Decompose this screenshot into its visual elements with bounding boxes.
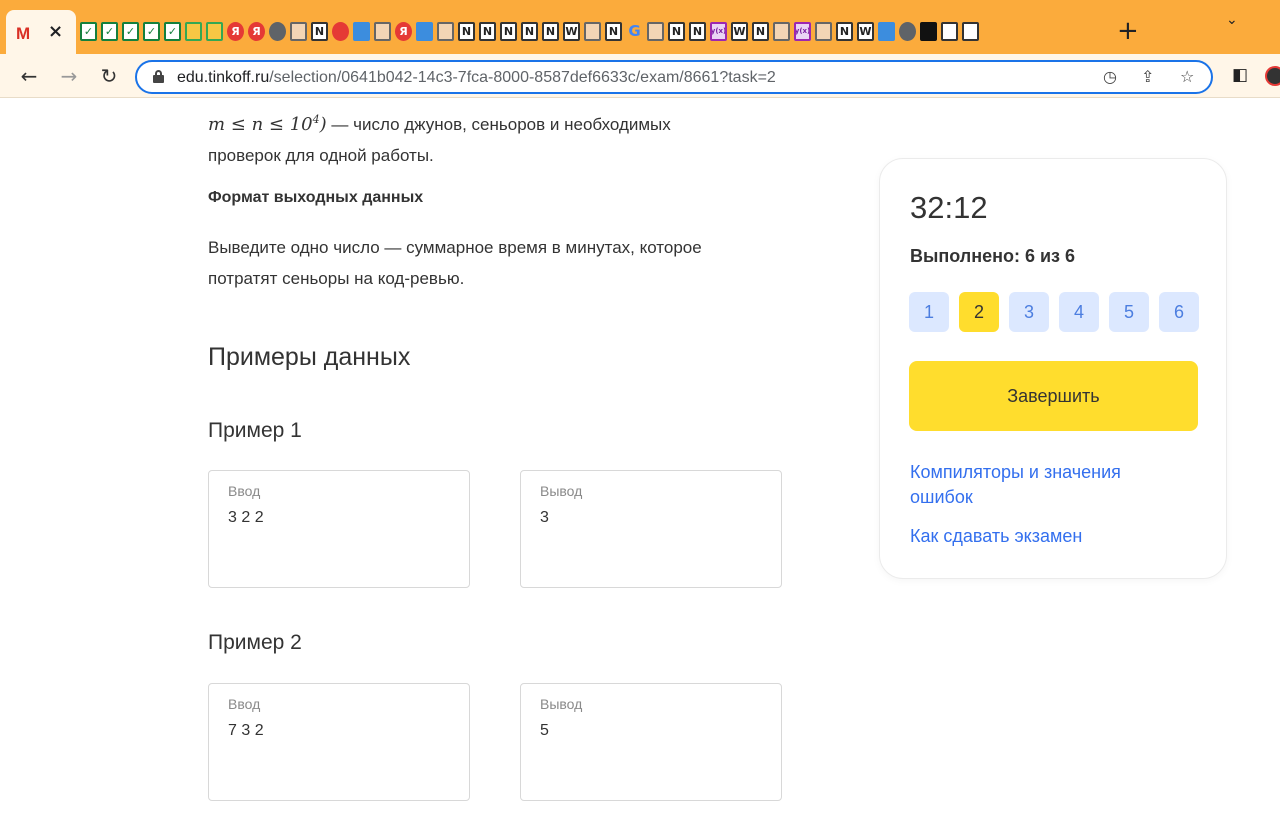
square-icon[interactable]	[941, 22, 958, 41]
example-1-input-box[interactable]: Ввод 3 2 2	[208, 470, 470, 588]
how-to-pass-link[interactable]: Как сдавать экзамен	[910, 524, 1170, 549]
notion-icon[interactable]: N	[542, 22, 559, 41]
task-navigation: 123456	[909, 292, 1199, 332]
example-2-title: Пример 2	[208, 631, 302, 654]
task-button-2[interactable]: 2	[959, 292, 999, 332]
close-tab-icon[interactable]: ×	[48, 21, 63, 42]
check-icon[interactable]: ✓	[101, 22, 118, 41]
input-value[interactable]: 3 2 2	[228, 509, 264, 527]
task-button-3[interactable]: 3	[1009, 292, 1049, 332]
constraint-line2: проверок для одной работы.	[208, 146, 434, 165]
speed-gauge-icon[interactable]: ◷	[1103, 67, 1117, 86]
pinned-tabs: ✓ ✓ ✓ ✓ ✓ Я Я N Я N N N N N W N G N Ny(x) W Ny(x) N W	[80, 22, 979, 41]
input-label: Ввод	[228, 483, 261, 499]
output-format-heading: Формат выходных данных	[208, 189, 424, 206]
stackoverflow-icon[interactable]	[962, 22, 979, 41]
avatar-icon[interactable]	[374, 22, 391, 41]
drive-icon[interactable]	[185, 22, 202, 41]
task-button-5[interactable]: 5	[1109, 292, 1149, 332]
avatar-icon[interactable]	[815, 22, 832, 41]
output-label: Вывод	[540, 696, 583, 712]
notion-icon[interactable]: N	[521, 22, 538, 41]
square-icon[interactable]	[920, 22, 937, 41]
task-button-4[interactable]: 4	[1059, 292, 1099, 332]
reload-icon[interactable]: ↻	[96, 63, 122, 89]
tab-strip: M × ✓ ✓ ✓ ✓ ✓ Я Я N Я N N N N N W N G N Ny(x) W Ny(x) N W + ⌄	[0, 0, 1280, 62]
input-label: Ввод	[228, 696, 261, 712]
check-icon[interactable]: ✓	[164, 22, 181, 41]
constraints-text: m ≤ n ≤ 104) — число джунов, сеньоров и …	[208, 104, 788, 171]
back-arrow-icon[interactable]: ←	[16, 63, 42, 89]
notion-icon[interactable]: N	[479, 22, 496, 41]
profile-avatar[interactable]	[1265, 66, 1280, 86]
share-icon[interactable]: ⇪	[1141, 67, 1154, 86]
notion-icon[interactable]: N	[668, 22, 685, 41]
exam-timer: 32:12	[910, 190, 988, 225]
google-icon[interactable]: G	[626, 22, 643, 41]
constraint-tail: — число джунов, сеньоров и необходимых	[331, 115, 671, 134]
notion-icon[interactable]: N	[605, 22, 622, 41]
compilers-link[interactable]: Компиляторы и значения ошибок	[910, 460, 1170, 510]
notion-icon[interactable]: N	[752, 22, 769, 41]
example-2-input-box[interactable]: Ввод 7 3 2	[208, 683, 470, 801]
formula-icon[interactable]: y(x)	[794, 22, 811, 41]
globe-icon[interactable]	[269, 22, 286, 41]
output-line-2: потратят сеньоры на код-ревью.	[208, 269, 465, 288]
task-button-1[interactable]: 1	[909, 292, 949, 332]
notion-icon[interactable]: N	[458, 22, 475, 41]
wikipedia-icon[interactable]: W	[857, 22, 874, 41]
output-line-1: Выведите одно число — суммарное время в …	[208, 238, 702, 257]
example-1-title: Пример 1	[208, 419, 302, 442]
new-tab-button[interactable]: +	[1117, 18, 1139, 44]
check-icon[interactable]: ✓	[80, 22, 97, 41]
browser-toolbar: ← → ↻ edu.tinkoff.ru/selection/0641b042-…	[0, 54, 1280, 98]
notion-icon[interactable]: N	[311, 22, 328, 41]
image-icon[interactable]	[878, 22, 895, 41]
output-value[interactable]: 3	[540, 509, 549, 527]
avatar-icon[interactable]	[584, 22, 601, 41]
glove-icon[interactable]	[332, 22, 349, 41]
yandex-icon[interactable]: Я	[248, 22, 265, 41]
yandex-icon[interactable]: Я	[395, 22, 412, 41]
avatar-icon[interactable]	[290, 22, 307, 41]
active-tab[interactable]: M ×	[6, 10, 76, 54]
forward-arrow-icon[interactable]: →	[56, 63, 82, 89]
lock-icon	[153, 70, 164, 83]
url-text[interactable]: edu.tinkoff.ru/selection/0641b042-14c3-7…	[177, 69, 776, 87]
gmail-icon: M	[16, 24, 31, 43]
avatar-icon[interactable]	[437, 22, 454, 41]
exam-status-card: 32:12 Выполнено: 6 из 6 123456 Завершить…	[879, 158, 1227, 579]
side-panel-icon[interactable]: ◧	[1232, 65, 1248, 85]
finish-exam-button[interactable]: Завершить	[909, 361, 1198, 431]
avatar-icon[interactable]	[773, 22, 790, 41]
check-icon[interactable]: ✓	[122, 22, 139, 41]
example-1-output-box[interactable]: Вывод 3	[520, 470, 782, 588]
avatar-icon[interactable]	[647, 22, 664, 41]
address-bar[interactable]: edu.tinkoff.ru/selection/0641b042-14c3-7…	[135, 60, 1213, 94]
output-format-text: Выведите одно число — суммарное время в …	[208, 232, 788, 294]
check-icon[interactable]: ✓	[143, 22, 160, 41]
notion-icon[interactable]: N	[500, 22, 517, 41]
progress-text: Выполнено: 6 из 6	[910, 246, 1076, 266]
globe-icon[interactable]	[899, 22, 916, 41]
bookmark-star-icon[interactable]: ☆	[1180, 67, 1194, 86]
wikipedia-icon[interactable]: W	[563, 22, 580, 41]
notion-icon[interactable]: N	[689, 22, 706, 41]
output-value[interactable]: 5	[540, 722, 549, 740]
task-button-6[interactable]: 6	[1159, 292, 1199, 332]
notion-icon[interactable]: N	[836, 22, 853, 41]
yandex-icon[interactable]: Я	[227, 22, 244, 41]
drive-icon[interactable]	[206, 22, 223, 41]
page-content: m ≤ n ≤ 104) — число джунов, сеньоров и …	[0, 99, 1280, 840]
formula-icon[interactable]: y(x)	[710, 22, 727, 41]
tab-search-chevron-icon[interactable]: ⌄	[1226, 12, 1238, 28]
input-value[interactable]: 7 3 2	[228, 722, 264, 740]
output-label: Вывод	[540, 483, 583, 499]
wikipedia-icon[interactable]: W	[731, 22, 748, 41]
example-2-output-box[interactable]: Вывод 5	[520, 683, 782, 801]
constraint-formula: m ≤ n ≤ 104)	[208, 113, 327, 135]
examples-heading: Примеры данных	[208, 343, 411, 371]
image-icon[interactable]	[353, 22, 370, 41]
image-icon[interactable]	[416, 22, 433, 41]
